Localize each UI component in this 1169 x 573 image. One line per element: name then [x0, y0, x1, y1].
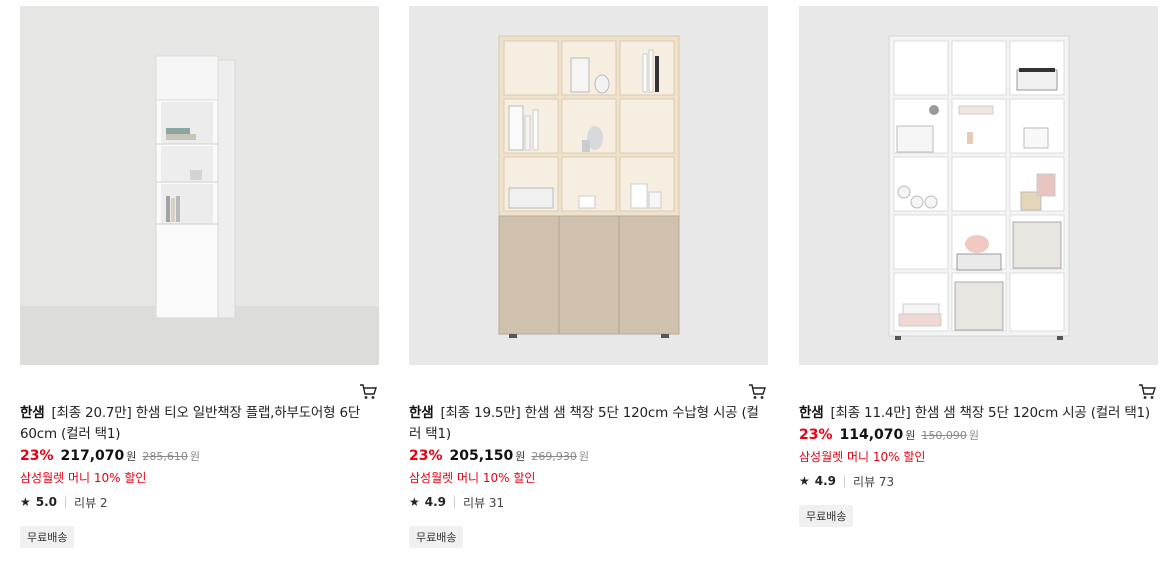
review-count: 리뷰 31 [463, 495, 505, 510]
free-shipping-badge: 무료배송 [20, 526, 75, 548]
original-price: 150,090 [921, 429, 967, 442]
divider [454, 496, 456, 508]
product-grid: 한샘 [최종 20.7만] 한샘 티오 일반책장 플랩,하부도어형 6단 60cm… [0, 0, 1169, 573]
original-price: 269,930 [531, 450, 577, 463]
original-currency: 원 [189, 450, 201, 463]
currency: 원 [126, 450, 137, 463]
price-row: 23% 217,070 원 285,610 원 [20, 448, 380, 468]
rating-score: 4.9 [814, 474, 837, 488]
product-title-link[interactable]: 한샘 [최종 11.4만] 한샘 샘 책장 5단 120cm 시공 (컬러 택1) [799, 403, 1159, 424]
currency: 원 [905, 429, 916, 442]
brand-name: 한샘 [799, 405, 824, 421]
product-title: [최종 20.7만] 한샘 티오 일반책장 플랩,하부도어형 6단 60cm (… [20, 405, 361, 442]
product-card[interactable]: 한샘 [최종 19.5만] 한샘 샘 책장 5단 120cm 수납형 시공 (컬러… [409, 6, 769, 548]
sale-price: 114,070 [839, 427, 904, 443]
star-icon: ★ [20, 495, 31, 509]
price-row: 23% 205,150 원 269,930 원 [409, 448, 769, 468]
product-card[interactable]: 한샘 [최종 20.7만] 한샘 티오 일반책장 플랩,하부도어형 6단 60cm… [20, 6, 380, 548]
brand-name: 한샘 [409, 405, 434, 421]
product-image[interactable] [799, 6, 1158, 365]
rating-score: 5.0 [35, 495, 58, 509]
bookshelf-white-tall-image [20, 6, 379, 365]
cart-icon[interactable] [1138, 384, 1156, 400]
promo-text: 삼성월렛 머니 10% 할인 [799, 450, 926, 464]
divider [844, 475, 846, 487]
product-title: [최종 19.5만] 한샘 샘 책장 5단 120cm 수납형 시공 (컬러 택… [409, 405, 759, 442]
promo-text: 삼성월렛 머니 10% 할인 [20, 471, 147, 485]
star-icon: ★ [799, 474, 810, 488]
original-price: 285,610 [142, 450, 188, 463]
review-count: 리뷰 2 [74, 495, 108, 510]
review-count: 리뷰 73 [853, 474, 895, 489]
product-title-link[interactable]: 한샘 [최종 20.7만] 한샘 티오 일반책장 플랩,하부도어형 6단 60cm… [20, 403, 380, 445]
cart-icon[interactable] [359, 384, 377, 400]
free-shipping-badge: 무료배송 [409, 526, 464, 548]
free-shipping-badge: 무료배송 [799, 505, 854, 527]
sale-price: 217,070 [60, 448, 125, 464]
promo-text: 삼성월렛 머니 10% 할인 [409, 471, 536, 485]
rating-row: ★ 5.0 리뷰 2 [20, 493, 380, 511]
discount-rate: 23% [20, 448, 54, 464]
rating-row: ★ 4.9 리뷰 73 [799, 472, 1159, 490]
product-card[interactable]: 한샘 [최종 11.4만] 한샘 샘 책장 5단 120cm 시공 (컬러 택1)… [799, 6, 1159, 527]
divider [65, 496, 67, 508]
sale-price: 205,150 [449, 448, 514, 464]
product-title: [최종 11.4만] 한샘 샘 책장 5단 120cm 시공 (컬러 택1) [830, 405, 1150, 421]
product-image[interactable] [20, 6, 379, 365]
star-icon: ★ [409, 495, 420, 509]
bookshelf-oak-storage-image [409, 6, 768, 365]
original-currency: 원 [578, 450, 590, 463]
rating-score: 4.9 [424, 495, 447, 509]
original-currency: 원 [968, 429, 980, 442]
discount-rate: 23% [409, 448, 443, 464]
price-row: 23% 114,070 원 150,090 원 [799, 427, 1159, 447]
rating-row: ★ 4.9 리뷰 31 [409, 493, 769, 511]
cart-icon[interactable] [748, 384, 766, 400]
product-image[interactable] [409, 6, 768, 365]
product-title-link[interactable]: 한샘 [최종 19.5만] 한샘 샘 책장 5단 120cm 수납형 시공 (컬러… [409, 403, 769, 445]
discount-rate: 23% [799, 427, 833, 443]
currency: 원 [515, 450, 526, 463]
brand-name: 한샘 [20, 405, 45, 421]
bookshelf-white-cube-image [799, 6, 1158, 365]
